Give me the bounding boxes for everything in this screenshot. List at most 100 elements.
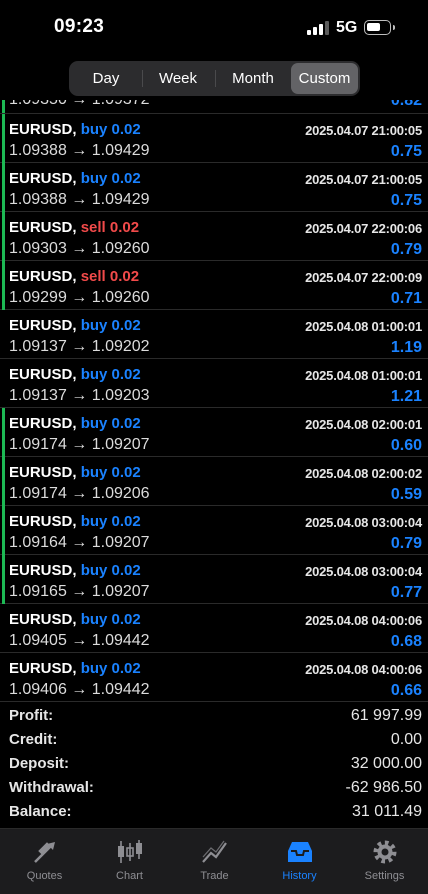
summary-value: 61 997.99 <box>350 707 422 724</box>
deal-prices: 1.09164 → 1.09207 <box>9 534 150 551</box>
deal-side: buy 0.02 <box>80 121 141 138</box>
deal-prices: 1.09303 → 1.09260 <box>9 240 150 257</box>
deal-time: 2025.04.07 21:00:05 <box>305 123 422 138</box>
period-custom[interactable]: Custom <box>291 63 358 94</box>
deal-title: EURUSD, buy 0.02 <box>9 121 141 138</box>
deal-row[interactable]: EURUSD, buy 0.02 2025.04.08 03:00:04 1.091… <box>0 506 428 555</box>
deal-symbol: EURUSD, <box>9 562 77 579</box>
deal-side: buy 0.02 <box>80 562 141 579</box>
deal-side: buy 0.02 <box>80 611 141 628</box>
summary-label: Withdrawal: <box>9 779 94 796</box>
deal-row[interactable]: EURUSD, sell 0.02 2025.04.07 22:00:09 1.09… <box>0 261 428 310</box>
deal-title: EURUSD, buy 0.02 <box>9 464 141 481</box>
deal-time: 2025.04.08 04:00:06 <box>305 613 422 628</box>
deal-time: 2025.04.08 03:00:04 <box>305 564 422 579</box>
deal-prices: 1.09388 → 1.09429 <box>9 191 150 208</box>
deal-profit: 0.68 <box>390 633 422 650</box>
deal-title: EURUSD, buy 0.02 <box>9 366 141 383</box>
battery-icon <box>364 20 395 35</box>
deal-title: EURUSD, buy 0.02 <box>9 660 141 677</box>
deal-title: EURUSD, sell 0.02 <box>9 268 139 285</box>
tab-label: Quotes <box>26 870 63 882</box>
tab-label: Settings <box>364 870 405 882</box>
summary-value: -62 986.50 <box>345 779 422 796</box>
deal-row[interactable]: EURUSD, buy 0.02 2025.04.08 01:00:01 1.091… <box>0 310 428 359</box>
network-type: 5G <box>336 19 358 36</box>
deal-side: buy 0.02 <box>80 464 141 481</box>
deal-profit: 0.60 <box>390 437 422 454</box>
deal-title: EURUSD, buy 0.02 <box>9 513 141 530</box>
deal-profit: 0.79 <box>390 241 422 258</box>
summary-label: Profit: <box>9 707 54 724</box>
deal-row[interactable]: EURUSD, buy 0.02 2025.04.08 02:00:02 1.091… <box>0 457 428 506</box>
deal-row[interactable]: EURUSD, sell 0.02 2025.04.07 22:00:06 1.09… <box>0 212 428 261</box>
deal-side: buy 0.02 <box>80 366 141 383</box>
deal-marker <box>2 212 5 261</box>
tab-chart[interactable]: Chart <box>87 829 172 894</box>
deal-symbol: EURUSD, <box>9 366 77 383</box>
deal-profit: 0.75 <box>390 192 422 209</box>
deal-symbol: EURUSD, <box>9 121 77 138</box>
deal-prices: 1.09165 → 1.09207 <box>9 583 150 600</box>
deal-row[interactable]: EURUSD, buy 0.02 2025.04.08 02:00:01 1.091… <box>0 408 428 457</box>
deal-time: 2025.04.08 03:00:04 <box>305 515 422 530</box>
tab-settings[interactable]: Settings <box>342 829 427 894</box>
tab-trade[interactable]: Trade <box>172 829 257 894</box>
period-week[interactable]: Week <box>143 63 213 94</box>
deal-row[interactable]: EURUSD, buy 0.02 2025.04.08 01:00:01 1.091… <box>0 359 428 408</box>
deal-side: buy 0.02 <box>80 317 141 334</box>
deal-marker <box>2 163 5 212</box>
deal-time: 2025.04.07 22:00:09 <box>305 270 422 285</box>
deal-time: 2025.04.07 22:00:06 <box>305 221 422 236</box>
summary-row: Profit: 61 997.99 <box>0 704 428 728</box>
summary-label: Deposit: <box>9 755 69 772</box>
deal-side: sell 0.02 <box>80 268 140 285</box>
period-month[interactable]: Month <box>216 63 290 94</box>
deal-marker <box>2 457 5 506</box>
deal-prices: 1.09406 → 1.09442 <box>9 681 150 698</box>
deal-symbol: EURUSD, <box>9 170 77 187</box>
signal-icon <box>307 21 329 35</box>
deal-profit: 0.66 <box>390 682 422 699</box>
deal-title: EURUSD, buy 0.02 <box>9 170 141 187</box>
deal-symbol: EURUSD, <box>9 513 77 530</box>
deal-symbol: EURUSD, <box>9 464 77 481</box>
deal-marker <box>2 555 5 604</box>
deal-time: 2025.04.08 01:00:01 <box>305 319 422 334</box>
deal-title: EURUSD, buy 0.02 <box>9 415 141 432</box>
deal-row[interactable]: EURUSD, buy 0.02 2025.04.08 04:00:06 1.094… <box>0 653 428 702</box>
period-selector: Day Week Month Custom <box>69 61 360 96</box>
deal-symbol: EURUSD, <box>9 317 77 334</box>
deal-row[interactable]: EURUSD, buy 0.02 2025.04.08 03:00:04 1.091… <box>0 555 428 604</box>
tab-history[interactable]: History <box>257 829 342 894</box>
deal-row[interactable]: EURUSD, buy 0.02 2025.04.07 21:00:05 1.093… <box>0 114 428 163</box>
deal-profit: 0.71 <box>390 290 422 307</box>
status-time: 09:23 <box>54 16 105 37</box>
deal-profit: 0.75 <box>390 143 422 160</box>
deal-row[interactable]: EURUSD, buy 0.02 2025.04.07 21:00:05 1.093… <box>0 163 428 212</box>
deal-symbol: EURUSD, <box>9 268 77 285</box>
deal-prices: 1.09137 → 1.09202 <box>9 338 150 355</box>
deal-row[interactable]: EURUSD, buy 0.02 2025.04.08 04:00:06 1.094… <box>0 604 428 653</box>
trade-icon <box>202 840 227 863</box>
deal-prices: 1.09174 → 1.09206 <box>9 485 150 502</box>
deal-time: 2025.04.08 01:00:01 <box>305 368 422 383</box>
summary-row: Credit: 0.00 <box>0 728 428 752</box>
summary-label: Balance: <box>9 803 72 820</box>
tab-label: Chart <box>116 870 143 882</box>
history-icon <box>288 842 312 862</box>
deal-marker <box>2 408 5 457</box>
deal-side: buy 0.02 <box>80 660 141 677</box>
deal-prices: 1.09174 → 1.09207 <box>9 436 150 453</box>
deal-marker <box>2 506 5 555</box>
period-day[interactable]: Day <box>71 63 141 94</box>
summary-row: Balance: 31 011.49 <box>0 800 428 824</box>
deal-time: 2025.04.07 21:00:05 <box>305 172 422 187</box>
summary-value: 32 000.00 <box>350 755 422 772</box>
tab-quotes[interactable]: Quotes <box>2 829 87 894</box>
deal-prices: 1.09405 → 1.09442 <box>9 632 150 649</box>
deal-title: EURUSD, buy 0.02 <box>9 611 141 628</box>
deal-profit: 1.21 <box>390 388 422 405</box>
deal-time: 2025.04.08 02:00:02 <box>305 466 422 481</box>
deal-profit: 0.79 <box>390 535 422 552</box>
